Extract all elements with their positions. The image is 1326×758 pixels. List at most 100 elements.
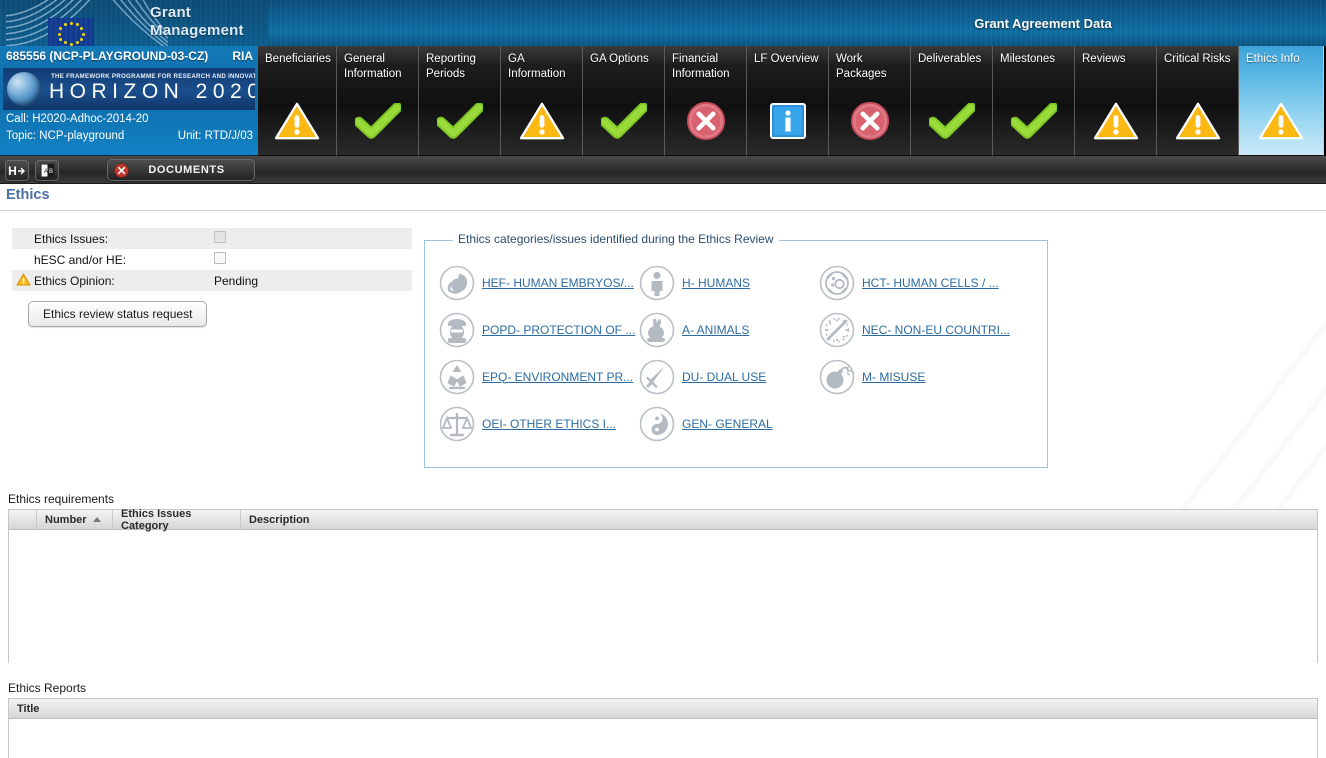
ethics-field-row: Ethics Issues:: [12, 228, 412, 249]
project-info-box: 685556 (NCP-PLAYGROUND-03-CZ) RIA THE FR…: [0, 46, 258, 156]
ethics-category-link[interactable]: OEI- OTHER ETHICS I...: [482, 417, 616, 431]
ethics-category-link[interactable]: POPD- PROTECTION OF ...: [482, 323, 635, 337]
tab-label: GA Options: [590, 53, 649, 65]
ethics-category-link[interactable]: A- ANIMALS: [682, 323, 749, 337]
svg-text:A: A: [44, 169, 48, 175]
tab-deliverables[interactable]: Deliverables: [911, 46, 993, 156]
tab-label: Deliverables: [918, 53, 982, 65]
ab-toggle-button[interactable]: A B: [35, 160, 59, 181]
ethics-category-link[interactable]: HEF- HUMAN EMBRYOS/...: [482, 276, 634, 290]
ethics-category-link[interactable]: H- HUMANS: [682, 276, 750, 290]
project-topic: Topic: NCP-playground: [6, 130, 125, 142]
table-body-empty: [9, 530, 1317, 663]
tab-milestones[interactable]: Milestones: [993, 46, 1075, 156]
tab-label: General Information: [344, 53, 402, 80]
tab-financial-information[interactable]: Financial Information: [665, 46, 747, 156]
ethics-category-item[interactable]: POPD- PROTECTION OF ...: [439, 306, 639, 353]
ethics-field-label: hESC and/or HE:: [34, 252, 127, 267]
ethics-category-link[interactable]: NEC- NON-EU COUNTRI...: [862, 323, 1010, 337]
programme-tagline: THE FRAMEWORK PROGRAMME FOR RESEARCH AND…: [51, 73, 255, 80]
ethics-requirements-caption: Ethics requirements: [8, 492, 115, 506]
reports-table-body-empty: [9, 719, 1317, 758]
ethics-review-status-request-button[interactable]: Ethics review status request: [28, 301, 208, 327]
tab-label: Reviews: [1082, 53, 1126, 65]
ethics-category-item[interactable]: EPQ- ENVIRONMENT PR...: [439, 353, 639, 400]
ethics-category-link[interactable]: DU- DUAL USE: [682, 370, 766, 384]
app-title: Grant Management: [150, 4, 244, 40]
tab-reporting-periods[interactable]: Reporting Periods: [419, 46, 501, 156]
tab-beneficiaries[interactable]: Beneficiaries: [258, 46, 337, 156]
grant-management-app: Grant Management Grant Agreement Data 68…: [0, 0, 1326, 758]
ethics-field-checkbox[interactable]: [212, 252, 226, 267]
horizon2020-logo: THE FRAMEWORK PROGRAMME FOR RESEARCH AND…: [3, 68, 255, 110]
ethics-category-link[interactable]: M- MISUSE: [862, 370, 925, 384]
ethics-category-item[interactable]: DU- DUAL USE: [639, 353, 819, 400]
column-header-description[interactable]: Description: [241, 510, 1317, 529]
project-action-type: RIA: [232, 49, 253, 63]
tab-ga-information[interactable]: GA Information: [501, 46, 583, 156]
ethics-category-item[interactable]: HCT- HUMAN CELLS / ...: [819, 259, 1063, 306]
ethics-category-link[interactable]: HCT- HUMAN CELLS / ...: [862, 276, 999, 290]
tab-status-icon: [337, 99, 418, 143]
human-figure-icon: [639, 265, 675, 300]
ethics-field-row: hESC and/or HE:: [12, 249, 412, 270]
error-icon: [114, 162, 129, 178]
tab-status-icon: [583, 99, 664, 143]
tab-critical-risks[interactable]: Critical Risks: [1157, 46, 1239, 156]
column-header-select[interactable]: [9, 510, 37, 529]
check-icon: [928, 103, 975, 139]
ethics-category-item[interactable]: NEC- NON-EU COUNTRI...: [819, 306, 1063, 353]
tab-label: Milestones: [1000, 53, 1055, 65]
home-button[interactable]: H: [5, 160, 29, 181]
ethics-category-link[interactable]: GEN- GENERAL: [682, 417, 773, 431]
ethics-reports-table: Title: [8, 698, 1318, 758]
ethics-category-item[interactable]: HEF- HUMAN EMBRYOS/...: [439, 259, 639, 306]
sort-ascending-icon: [92, 517, 101, 522]
tab-label: Financial Information: [672, 53, 730, 80]
tab-lf-overview[interactable]: LF Overview: [747, 46, 829, 156]
column-header-number-label: Number: [45, 513, 87, 526]
documents-label: DOCUMENTS: [148, 164, 225, 176]
column-header-title[interactable]: Title: [9, 699, 1317, 718]
warning-icon: [519, 102, 564, 140]
ethics-field-list: Ethics Issues: hESC and/or HE: Ethics Opin…: [12, 228, 412, 291]
non-eu-countries-icon: [819, 312, 855, 347]
ethics-reports-caption: Ethics Reports: [8, 681, 87, 695]
tab-status-icon: [993, 99, 1074, 143]
tab-reviews[interactable]: Reviews: [1075, 46, 1157, 156]
programme-name: HORIZON 2020: [49, 80, 255, 103]
tab-label: Ethics Info: [1246, 53, 1300, 65]
ethics-category-item[interactable]: M- MISUSE: [819, 353, 1063, 400]
project-id-acronym: 685556 (NCP-PLAYGROUND-03-CZ): [6, 49, 209, 63]
tab-ethics-info[interactable]: Ethics Info: [1239, 46, 1324, 156]
check-icon: [354, 103, 401, 139]
svg-text:B: B: [49, 169, 53, 175]
documents-button[interactable]: DOCUMENTS: [107, 159, 255, 181]
column-header-number[interactable]: Number: [37, 510, 113, 529]
table-header-row: Number Ethics Issues Category Descriptio…: [9, 508, 1317, 532]
check-icon: [436, 103, 483, 139]
ethics-category-link[interactable]: EPQ- ENVIRONMENT PR...: [482, 370, 633, 384]
page-title-bar: Ethics: [0, 185, 1326, 211]
tab-work-packages[interactable]: Work Packages: [829, 46, 911, 156]
ethics-field-row: Ethics Opinion: Pending: [12, 270, 412, 291]
ethics-field-label: Ethics Opinion:: [34, 273, 115, 288]
ethics-field-checkbox[interactable]: [212, 231, 226, 246]
yin-yang-icon: [639, 406, 675, 441]
warning-icon: [274, 102, 320, 140]
scales-icon: [439, 406, 475, 441]
tab-general-information[interactable]: General Information: [337, 46, 419, 156]
project-unit: Unit: RTD/J/03: [177, 130, 253, 142]
ethics-category-item[interactable]: OEI- OTHER ETHICS I...: [439, 400, 639, 447]
ethics-category-item[interactable]: GEN- GENERAL: [639, 400, 819, 447]
dark-toolbar: H A B DOCUMENTS: [0, 156, 1326, 184]
column-header-ethics-issues-category[interactable]: Ethics Issues Category: [113, 508, 241, 532]
tab-status-icon: [1075, 99, 1156, 143]
globe-icon: [7, 72, 41, 106]
human-cells-icon: [819, 265, 855, 300]
ethics-category-item[interactable]: H- HUMANS: [639, 259, 819, 306]
ethics-category-item[interactable]: A- ANIMALS: [639, 306, 819, 353]
tab-ga-options[interactable]: GA Options: [583, 46, 665, 156]
main-tab-bar: Beneficiaries General Information Reportin…: [258, 46, 1326, 156]
tab-status-icon: [829, 99, 910, 143]
